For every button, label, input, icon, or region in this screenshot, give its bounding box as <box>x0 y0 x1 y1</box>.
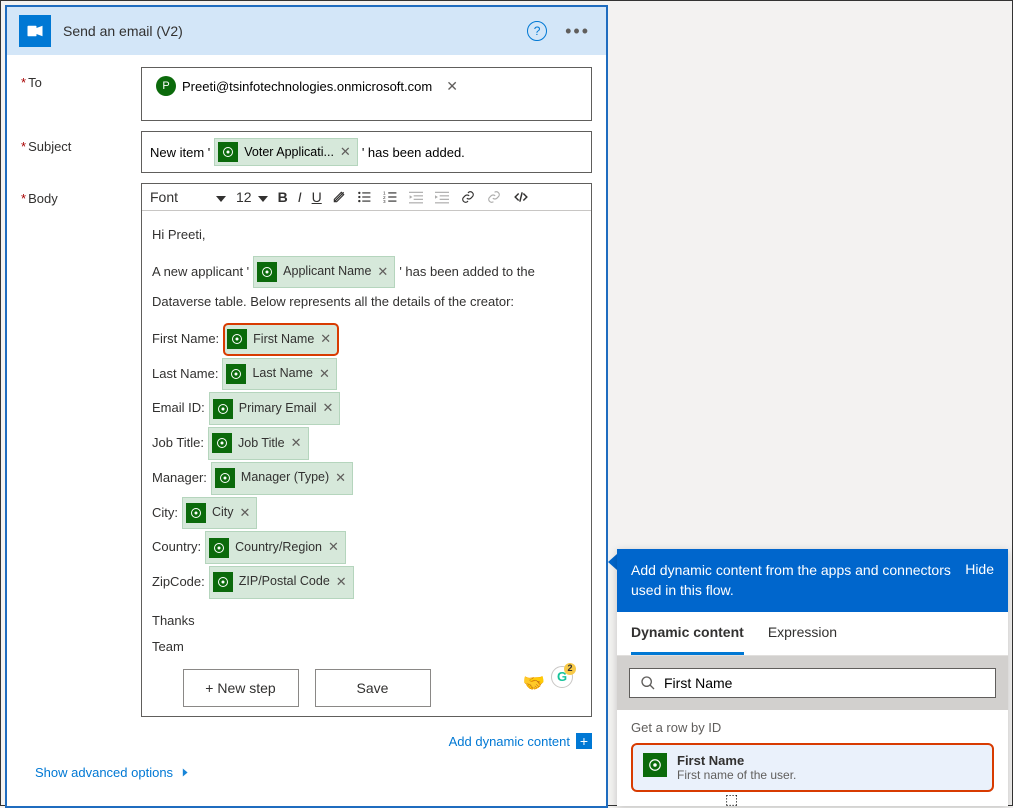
field-label: Manager: <box>152 466 207 491</box>
dyn-panel-header: Add dynamic content from the apps and co… <box>617 549 1008 612</box>
advanced-options-toggle[interactable]: Show advanced options <box>21 755 592 796</box>
flow-buttons: + New step Save <box>5 669 608 707</box>
new-step-button[interactable]: + New step <box>183 669 299 707</box>
body-label: Body <box>21 183 141 717</box>
field-label: City: <box>152 501 178 526</box>
field-label: Country: <box>152 535 201 560</box>
body-token[interactable]: ZIP/Postal Code✕ <box>209 566 354 599</box>
field-label: First Name: <box>152 327 219 352</box>
italic-button[interactable]: I <box>298 189 302 205</box>
tab-dynamic-content[interactable]: Dynamic content <box>631 612 744 655</box>
field-label: Last Name: <box>152 362 218 387</box>
token-remove-icon[interactable]: ✕ <box>320 327 331 352</box>
outdent-button[interactable] <box>408 190 424 204</box>
body-token[interactable]: Country/Region✕ <box>205 531 346 564</box>
field-label: Email ID: <box>152 396 205 421</box>
bullet-list-button[interactable] <box>356 190 372 204</box>
to-input[interactable]: P Preeti@tsinfotechnologies.onmicrosoft.… <box>141 67 592 121</box>
color-button[interactable] <box>332 190 346 204</box>
card-header: Send an email (V2) ? ••• <box>7 7 606 55</box>
dyn-item-first-name[interactable]: First Name First name of the user. <box>631 743 994 792</box>
indent-button[interactable] <box>434 190 450 204</box>
unlink-button[interactable] <box>486 190 502 204</box>
body-token[interactable]: Last Name✕ <box>222 358 336 391</box>
body-token[interactable]: Primary Email✕ <box>209 392 341 425</box>
chevron-down-icon <box>178 769 190 777</box>
bold-button[interactable]: B <box>278 189 288 205</box>
search-icon <box>640 675 656 691</box>
token-remove-icon[interactable]: ✕ <box>377 260 388 285</box>
body-token[interactable]: Manager (Type)✕ <box>211 462 353 495</box>
subject-token[interactable]: Voter Applicati... ✕ <box>214 138 358 166</box>
underline-button[interactable]: U <box>312 189 322 205</box>
hide-button[interactable]: Hide <box>965 561 994 577</box>
body-editor: Font 12 B I U 123 Hi Preeti, <box>141 183 592 717</box>
svg-text:3: 3 <box>383 199 386 204</box>
token-remove-icon[interactable]: ✕ <box>240 501 251 526</box>
editor-content[interactable]: Hi Preeti, A new applicant ' Applicant N… <box>142 211 591 716</box>
field-label: Job Title: <box>152 431 204 456</box>
dyn-item-desc: First name of the user. <box>677 768 796 782</box>
subject-input[interactable]: New item ' Voter Applicati... ✕ ' has be… <box>141 131 592 173</box>
dataverse-icon <box>643 753 667 777</box>
dyn-tabs: Dynamic content Expression <box>617 612 1008 656</box>
applicant-token[interactable]: Applicant Name ✕ <box>253 256 395 289</box>
to-row: To P Preeti@tsinfotechnologies.onmicroso… <box>21 67 592 121</box>
number-list-button[interactable]: 123 <box>382 190 398 204</box>
recipient-pill[interactable]: P Preeti@tsinfotechnologies.onmicrosoft.… <box>150 74 464 98</box>
dataverse-icon <box>257 262 277 282</box>
token-remove-icon[interactable]: ✕ <box>328 535 339 560</box>
editor-toolbar: Font 12 B I U 123 <box>142 184 591 211</box>
link-button[interactable] <box>460 190 476 204</box>
add-dynamic-plus-icon[interactable]: + <box>576 733 592 749</box>
flyout-arrow-icon <box>608 554 617 570</box>
body-token[interactable]: Job Title✕ <box>208 427 308 460</box>
token-remove-icon[interactable]: ✕ <box>340 144 351 160</box>
dataverse-icon <box>213 572 233 592</box>
token-remove-icon[interactable]: ✕ <box>291 431 302 456</box>
subject-label: Subject <box>21 131 141 173</box>
tab-expression[interactable]: Expression <box>768 612 837 655</box>
subject-row: Subject New item ' Voter Applicati... ✕ … <box>21 131 592 173</box>
dataverse-icon <box>209 538 229 558</box>
body-token[interactable]: City✕ <box>182 497 257 530</box>
dataverse-icon <box>227 329 247 349</box>
body-token[interactable]: First Name✕ <box>223 323 339 356</box>
field-label: ZipCode: <box>152 570 205 595</box>
outlook-icon <box>19 15 51 47</box>
font-select[interactable]: Font <box>150 189 226 205</box>
token-remove-icon[interactable]: ✕ <box>319 362 330 387</box>
more-icon[interactable]: ••• <box>561 21 594 42</box>
dyn-section-header: Get a row by ID <box>617 710 1008 739</box>
dataverse-icon <box>226 364 246 384</box>
dyn-header-text: Add dynamic content from the apps and co… <box>631 561 965 600</box>
recipient-remove-icon[interactable]: ✕ <box>446 78 458 95</box>
token-remove-icon[interactable]: ✕ <box>336 570 347 595</box>
subject-text-suffix: ' has been added. <box>362 145 465 160</box>
add-dynamic-link[interactable]: Add dynamic content <box>449 734 570 749</box>
body-row: Body Font 12 B I U 123 <box>21 183 592 717</box>
dataverse-icon <box>186 503 206 523</box>
code-view-button[interactable] <box>512 190 530 204</box>
card-title: Send an email (V2) <box>63 23 527 39</box>
recipient-avatar: P <box>156 76 176 96</box>
dynamic-content-panel: Add dynamic content from the apps and co… <box>617 549 1008 806</box>
dyn-item-title: First Name <box>677 753 796 768</box>
dyn-search-input[interactable] <box>664 675 985 691</box>
dataverse-icon <box>213 399 233 419</box>
add-dynamic-row: Add dynamic content + <box>21 727 592 755</box>
help-icon[interactable]: ? <box>527 21 547 41</box>
recipient-email: Preeti@tsinfotechnologies.onmicrosoft.co… <box>182 79 432 94</box>
save-button[interactable]: Save <box>315 669 431 707</box>
font-size-select[interactable]: 12 <box>236 189 268 205</box>
dataverse-icon <box>218 142 238 162</box>
dataverse-icon <box>215 468 235 488</box>
subject-text-prefix: New item ' <box>150 145 210 160</box>
dataverse-icon <box>212 433 232 453</box>
dyn-search[interactable] <box>629 668 996 698</box>
token-remove-icon[interactable]: ✕ <box>323 396 334 421</box>
dyn-search-wrap <box>617 656 1008 710</box>
to-label: To <box>21 67 141 121</box>
token-remove-icon[interactable]: ✕ <box>335 466 346 491</box>
